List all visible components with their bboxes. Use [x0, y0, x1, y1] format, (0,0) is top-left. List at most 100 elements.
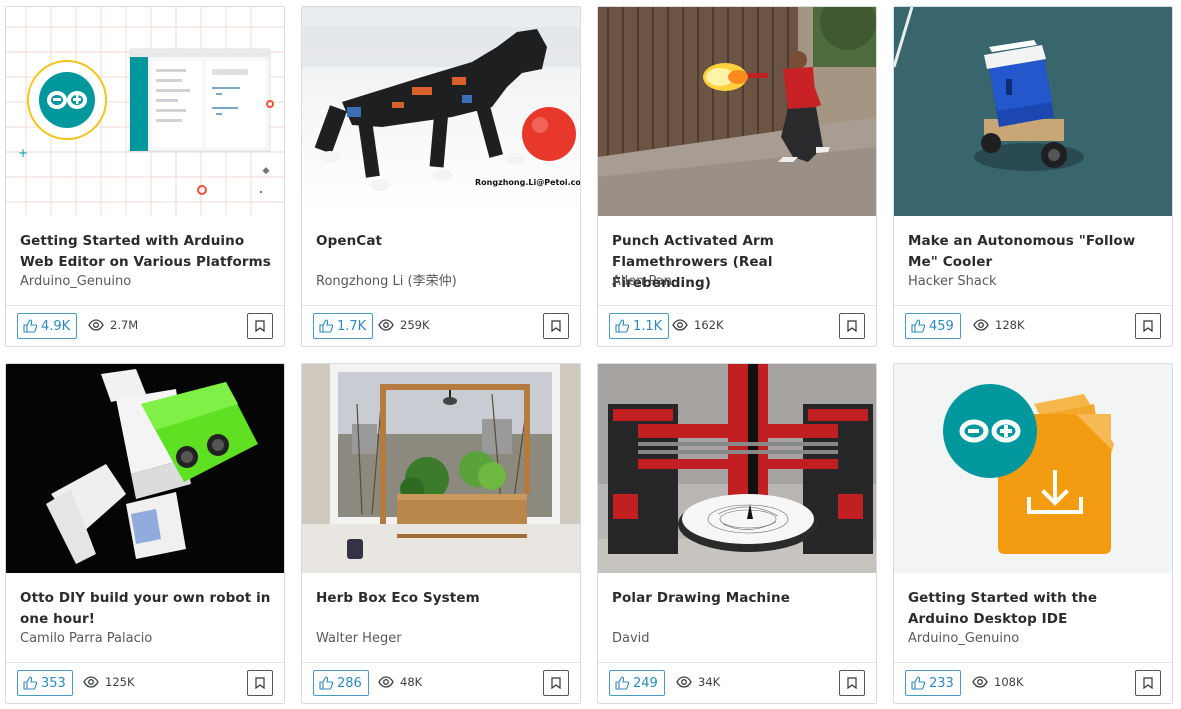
thumbs-up-icon	[911, 676, 925, 690]
thumbs-up-icon	[319, 319, 333, 333]
project-card[interactable]: + Getting Started with Arduino Web Edito…	[5, 6, 285, 347]
herb-box-photo	[302, 364, 580, 573]
project-card[interactable]: Rongzhong.Li@Petoi.com OpenCat Rongzhong…	[301, 6, 581, 347]
svg-text:+: +	[18, 146, 28, 160]
bookmark-icon	[255, 677, 265, 689]
project-author[interactable]: Hacker Shack	[908, 273, 1160, 291]
bookmark-button[interactable]	[839, 313, 865, 339]
card-footer: 1.7K 259K	[302, 305, 580, 346]
project-author[interactable]: Walter Heger	[316, 630, 568, 648]
bookmark-button[interactable]	[1135, 670, 1161, 696]
view-count: 34K	[676, 675, 720, 689]
opencat-robot-photo: Rongzhong.Li@Petoi.com	[302, 7, 580, 216]
project-card[interactable]: Getting Started with the Arduino Desktop…	[893, 363, 1173, 704]
card-footer: 1.1K 162K	[598, 305, 876, 346]
project-title[interactable]: Polar Drawing Machine	[612, 588, 864, 609]
eye-icon	[672, 319, 688, 331]
bookmark-button[interactable]	[543, 313, 569, 339]
bookmark-icon	[255, 320, 265, 332]
bookmark-button[interactable]	[247, 313, 273, 339]
project-title[interactable]: Otto DIY build your own robot in one hou…	[20, 588, 272, 630]
view-count: 125K	[83, 675, 135, 689]
otto-robot-photo	[6, 364, 284, 573]
project-card[interactable]: Make an Autonomous "Follow Me" Cooler Ha…	[893, 6, 1173, 347]
respect-count: 286	[337, 675, 362, 691]
card-footer: 249 34K	[598, 662, 876, 703]
respect-button[interactable]: 4.9K	[17, 313, 78, 339]
respect-count: 353	[41, 675, 66, 691]
project-title[interactable]: Getting Started with Arduino Web Editor …	[20, 231, 272, 273]
view-count: 259K	[378, 318, 430, 332]
eye-icon	[972, 676, 988, 688]
view-count: 48K	[378, 675, 422, 689]
respect-button[interactable]: 353	[17, 670, 73, 696]
bookmark-icon	[847, 677, 857, 689]
project-thumbnail[interactable]	[894, 364, 1172, 573]
project-author[interactable]: Allen Pan	[612, 273, 864, 291]
card-footer: 233 108K	[894, 662, 1172, 703]
respect-count: 1.7K	[337, 318, 367, 334]
bookmark-button[interactable]	[247, 670, 273, 696]
respect-button[interactable]: 459	[905, 313, 961, 339]
respect-button[interactable]: 233	[905, 670, 961, 696]
project-card[interactable]: Herb Box Eco System Walter Heger 286 48K	[301, 363, 581, 704]
eye-icon	[676, 676, 692, 688]
respect-button[interactable]: 1.7K	[313, 313, 374, 339]
project-author[interactable]: Arduino_Genuino	[908, 630, 1160, 648]
respect-count: 249	[633, 675, 658, 691]
bookmark-icon	[1143, 320, 1153, 332]
project-card[interactable]: Punch Activated Arm Flamethrowers (Real …	[597, 6, 877, 347]
respect-count: 233	[929, 675, 954, 691]
bookmark-button[interactable]	[543, 670, 569, 696]
card-footer: 353 125K	[6, 662, 284, 703]
flamethrower-photo	[598, 7, 876, 216]
project-thumbnail[interactable]	[598, 7, 876, 216]
photo-watermark: Rongzhong.Li@Petoi.com	[475, 178, 580, 187]
bookmark-button[interactable]	[1135, 313, 1161, 339]
thumbs-up-icon	[23, 319, 37, 333]
project-title[interactable]: Make an Autonomous "Follow Me" Cooler	[908, 231, 1160, 273]
project-author[interactable]: Arduino_Genuino	[20, 273, 272, 291]
bookmark-icon	[551, 320, 561, 332]
thumbs-up-icon	[319, 676, 333, 690]
respect-button[interactable]: 249	[609, 670, 665, 696]
follow-me-cooler-photo	[894, 7, 1172, 216]
view-count-value: 2.7M	[110, 318, 139, 332]
project-grid: + Getting Started with Arduino Web Edito…	[0, 0, 1181, 709]
project-card[interactable]: Otto DIY build your own robot in one hou…	[5, 363, 285, 704]
project-author[interactable]: Camilo Parra Palacio	[20, 630, 272, 648]
bookmark-icon	[551, 677, 561, 689]
project-title[interactable]: OpenCat	[316, 231, 568, 252]
thumbs-up-icon	[615, 676, 629, 690]
eye-icon	[88, 319, 104, 331]
view-count: 108K	[972, 675, 1024, 689]
project-author[interactable]: David	[612, 630, 864, 648]
view-count-value: 162K	[694, 318, 724, 332]
project-title[interactable]: Herb Box Eco System	[316, 588, 568, 609]
project-thumbnail[interactable]	[894, 7, 1172, 216]
respect-button[interactable]: 1.1K	[609, 313, 670, 339]
arduino-ide-download-illustration	[894, 364, 1172, 573]
arduino-web-editor-illustration: +	[6, 7, 284, 216]
view-count-value: 128K	[995, 318, 1025, 332]
thumbs-up-icon	[911, 319, 925, 333]
project-thumbnail[interactable]	[302, 364, 580, 573]
project-thumbnail[interactable]: +	[6, 7, 284, 216]
respect-button[interactable]: 286	[313, 670, 369, 696]
project-card[interactable]: Polar Drawing Machine David 249 34K	[597, 363, 877, 704]
card-footer: 4.9K 2.7M	[6, 305, 284, 346]
project-title[interactable]: Getting Started with the Arduino Desktop…	[908, 588, 1160, 630]
polar-drawing-machine-photo	[598, 364, 876, 573]
card-footer: 286 48K	[302, 662, 580, 703]
thumbs-up-icon	[23, 676, 37, 690]
respect-count: 1.1K	[633, 318, 663, 334]
project-author[interactable]: Rongzhong Li (李荣仲)	[316, 273, 568, 291]
project-thumbnail[interactable]	[6, 364, 284, 573]
view-count-value: 34K	[698, 675, 721, 689]
project-thumbnail[interactable]: Rongzhong.Li@Petoi.com	[302, 7, 580, 216]
thumbs-up-icon	[615, 319, 629, 333]
eye-icon	[378, 319, 394, 331]
bookmark-button[interactable]	[839, 670, 865, 696]
project-thumbnail[interactable]	[598, 364, 876, 573]
view-count-value: 48K	[400, 675, 423, 689]
